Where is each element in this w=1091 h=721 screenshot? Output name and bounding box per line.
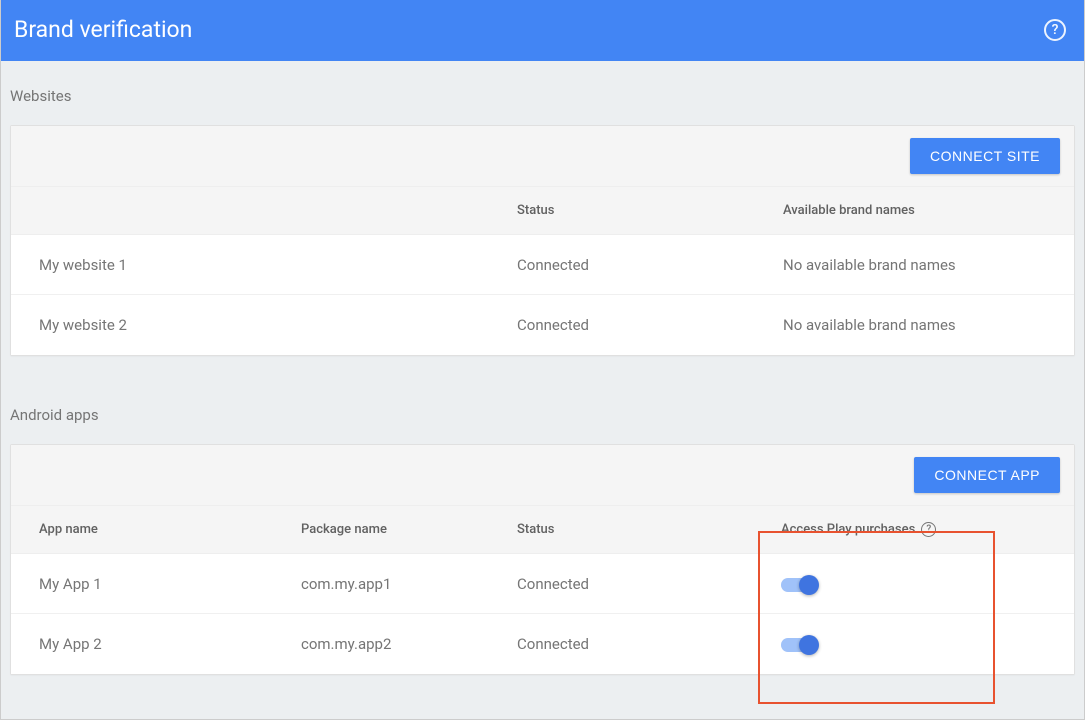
app-status: Connected <box>517 635 781 653</box>
websites-panel: CONNECT SITE Status Available brand name… <box>10 125 1075 356</box>
page-header: Brand verification ? <box>1 0 1084 61</box>
apps-toolbar: CONNECT APP <box>11 445 1074 506</box>
website-name: My website 1 <box>39 256 517 274</box>
access-toggle[interactable] <box>781 636 819 652</box>
website-brands: No available brand names <box>783 316 1046 334</box>
column-header-access-label: Access Play purchases <box>781 522 915 537</box>
toggle-thumb <box>799 635 819 655</box>
toggle-thumb <box>799 575 819 595</box>
connect-site-button[interactable]: CONNECT SITE <box>910 138 1060 174</box>
website-brands: No available brand names <box>783 256 1046 274</box>
column-header-status: Status <box>517 203 783 218</box>
apps-table-header: App name Package name Status Access Play… <box>11 506 1074 554</box>
help-icon[interactable]: ? <box>1044 19 1066 41</box>
connect-app-button[interactable]: CONNECT APP <box>914 457 1060 493</box>
app-name: My App 2 <box>39 635 301 653</box>
apps-panel: CONNECT APP App name Package name Status… <box>10 444 1075 675</box>
website-status: Connected <box>517 316 783 334</box>
column-header-package: Package name <box>301 522 517 537</box>
website-status: Connected <box>517 256 783 274</box>
column-header-brands: Available brand names <box>783 203 1046 218</box>
app-package: com.my.app1 <box>301 575 517 593</box>
column-header-app-name: App name <box>39 522 301 537</box>
app-package: com.my.app2 <box>301 635 517 653</box>
access-toggle[interactable] <box>781 576 819 592</box>
column-header-access: Access Play purchases ? <box>781 522 1046 537</box>
section-label-apps: Android apps <box>1 356 1084 424</box>
websites-table-header: Status Available brand names <box>11 187 1074 235</box>
help-icon[interactable]: ? <box>921 522 936 537</box>
table-row: My website 1 Connected No available bran… <box>11 235 1074 295</box>
table-row: My App 1 com.my.app1 Connected <box>11 554 1074 614</box>
column-header-status: Status <box>517 522 781 537</box>
table-row: My website 2 Connected No available bran… <box>11 295 1074 355</box>
table-row: My App 2 com.my.app2 Connected <box>11 614 1074 674</box>
website-name: My website 2 <box>39 316 517 334</box>
app-name: My App 1 <box>39 575 301 593</box>
section-label-websites: Websites <box>1 61 1084 105</box>
app-status: Connected <box>517 575 781 593</box>
page-title: Brand verification <box>14 16 192 43</box>
websites-toolbar: CONNECT SITE <box>11 126 1074 187</box>
